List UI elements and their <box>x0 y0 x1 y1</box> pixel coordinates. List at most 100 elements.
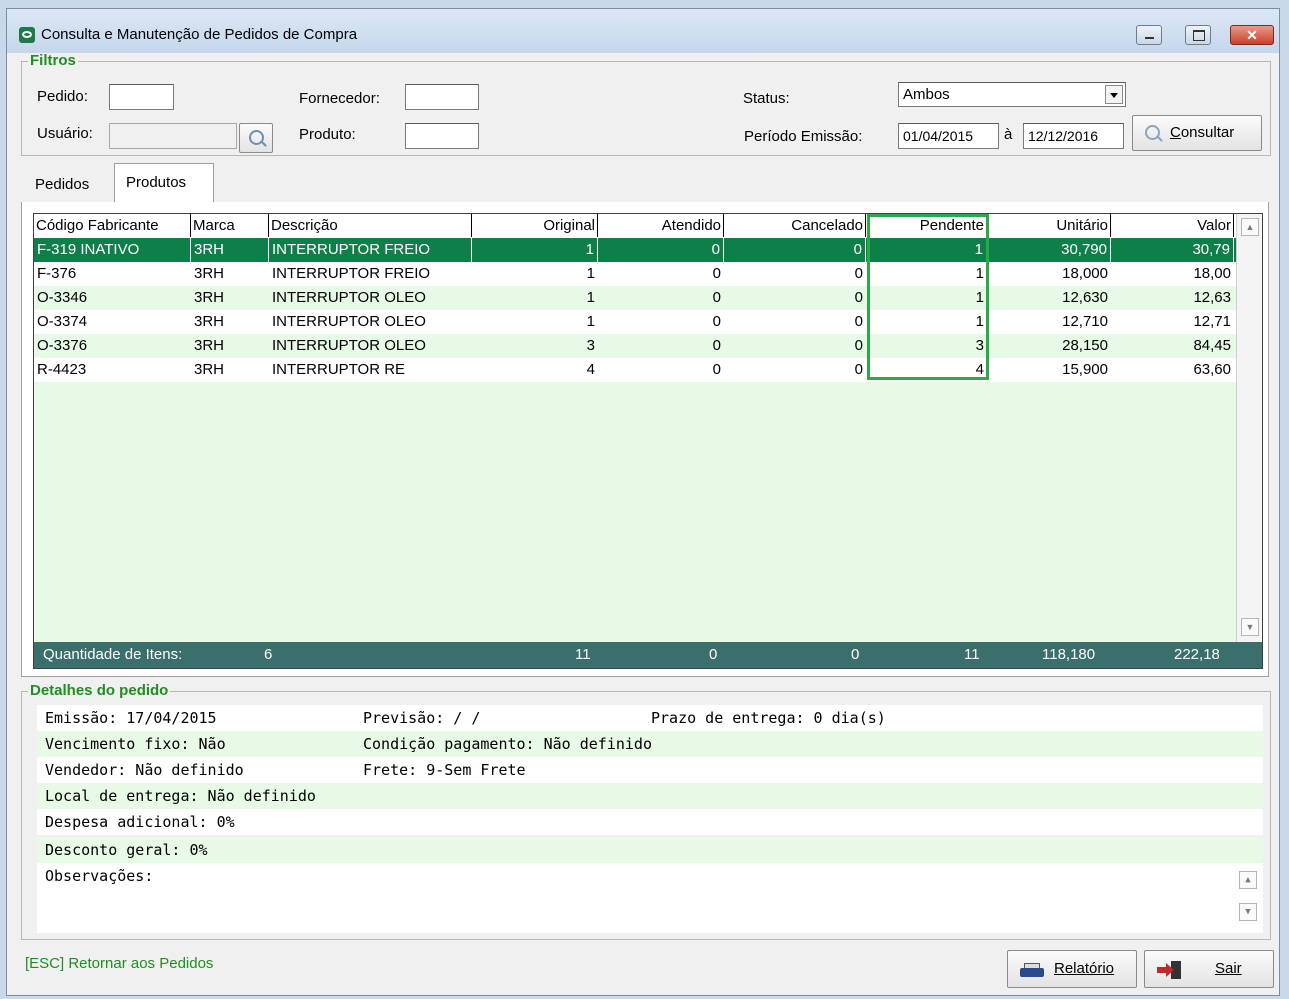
cell-original: 1 <box>586 313 595 330</box>
pedido-input[interactable] <box>109 84 174 110</box>
cell-valor: 63,60 <box>1193 361 1231 378</box>
filters-group-title: Filtros <box>28 52 78 69</box>
scroll-down-icon[interactable]: ▼ <box>1241 618 1259 636</box>
app-icon <box>19 27 35 43</box>
cell-unitario: 15,900 <box>1062 361 1108 378</box>
footer-label: Quantidade de Itens: <box>43 646 183 663</box>
periodo-from-input[interactable]: 01/04/2015 <box>898 123 999 149</box>
cell-atendido: 0 <box>712 337 721 354</box>
relatorio-button[interactable]: Relatório <box>1007 950 1137 988</box>
cell-descricao: INTERRUPTOR OLEO <box>272 313 426 330</box>
table-row[interactable]: O-3376 3RH INTERRUPTOR OLEO 3 0 0 3 28,150 84,45 <box>34 334 1236 358</box>
cell-descricao: INTERRUPTOR OLEO <box>272 337 426 354</box>
exit-door-icon <box>1157 961 1183 979</box>
col-header-atendido[interactable]: Atendido <box>598 214 724 237</box>
grid-footer: Quantidade de Itens: 6 11 0 0 11 118,180… <box>34 642 1262 668</box>
details-row-7: Observações: ▲ ▼ <box>37 863 1263 933</box>
vencimento-text: Vencimento fixo: Não <box>45 735 226 753</box>
vendedor-text: Vendedor: Não definido <box>45 761 244 779</box>
cell-pendente: 3 <box>975 337 984 354</box>
grid-scrollbar[interactable]: ▲ ▼ <box>1236 214 1262 642</box>
cell-pendente: 1 <box>975 265 984 282</box>
tab-produtos-label: Produtos <box>126 174 187 191</box>
periodo-separator: à <box>1004 126 1013 143</box>
minimize-button[interactable] <box>1136 25 1162 45</box>
col-header-codigo[interactable]: Código Fabricante <box>34 214 191 237</box>
cell-unitario: 28,150 <box>1062 337 1108 354</box>
tab-produtos[interactable]: Produtos <box>114 163 214 203</box>
tab-pedidos[interactable]: Pedidos <box>35 176 89 193</box>
status-value: Ambos <box>903 86 950 103</box>
tab-pedidos-label: Pedidos <box>35 176 90 193</box>
cell-pendente: 1 <box>975 289 984 306</box>
col-header-original[interactable]: Original <box>472 214 598 237</box>
col-header-descricao[interactable]: Descrição <box>269 214 472 237</box>
frete-text: Frete: 9-Sem Frete <box>363 761 526 779</box>
scroll-up-icon[interactable]: ▲ <box>1241 218 1259 236</box>
cell-descricao: INTERRUPTOR OLEO <box>272 289 426 306</box>
cell-original: 1 <box>586 265 595 282</box>
cell-descricao: INTERRUPTOR FREIO <box>269 238 472 262</box>
col-header-pendente[interactable]: Pendente <box>866 214 987 237</box>
col-header-marca[interactable]: Marca <box>191 214 269 237</box>
details-row-2: Vencimento fixo: Não Condição pagamento:… <box>37 731 1263 757</box>
products-grid[interactable]: Código Fabricante Marca Descrição Origin… <box>33 213 1263 669</box>
cell-marca: 3RH <box>194 361 225 378</box>
cell-codigo: O-3374 <box>37 313 88 330</box>
cell-original: 4 <box>586 361 595 378</box>
obs-scroll-up-icon[interactable]: ▲ <box>1239 871 1257 889</box>
usuario-search-button[interactable] <box>239 123 273 153</box>
fornecedor-input[interactable] <box>405 84 479 110</box>
pedido-label: Pedido: <box>37 88 88 105</box>
footer-pendente: 11 <box>964 646 980 663</box>
sair-button[interactable]: Sair <box>1144 950 1274 988</box>
despesa-text: Despesa adicional: 0% <box>45 813 235 831</box>
table-row[interactable]: F-376 3RH INTERRUPTOR FREIO 1 0 0 1 18,000 18,00 <box>34 262 1236 286</box>
close-icon: ✕ <box>1246 27 1258 43</box>
table-row[interactable]: R-4423 3RH INTERRUPTOR RE 4 0 0 4 15,900 63,60 <box>34 358 1236 382</box>
cell-codigo: F-319 INATIVO <box>34 238 191 262</box>
prazo-text: Prazo de entrega: 0 dia(s) <box>651 709 886 727</box>
usuario-label: Usuário: <box>37 125 93 142</box>
cell-marca: 3RH <box>194 289 225 306</box>
produto-input[interactable] <box>405 123 479 149</box>
produto-label: Produto: <box>299 126 356 143</box>
cell-original: 1 <box>472 238 598 262</box>
observacoes-label: Observações: <box>45 867 154 885</box>
cell-atendido: 0 <box>712 289 721 306</box>
cell-marca: 3RH <box>194 337 225 354</box>
periodo-to-input[interactable]: 12/12/2016 <box>1023 123 1124 149</box>
chevron-down-icon[interactable] <box>1105 85 1123 104</box>
table-row[interactable]: O-3374 3RH INTERRUPTOR OLEO 1 0 0 1 12,710 12,71 <box>34 310 1236 334</box>
periodo-label: Período Emissão: <box>744 128 863 145</box>
status-select[interactable]: Ambos <box>898 82 1126 107</box>
obs-scroll-down-icon[interactable]: ▼ <box>1239 903 1257 921</box>
cell-cancelado: 0 <box>854 265 863 282</box>
close-button[interactable]: ✕ <box>1230 25 1274 45</box>
footer-original: 11 <box>575 646 591 663</box>
window-title: Consulta e Manutenção de Pedidos de Comp… <box>41 26 358 43</box>
cell-valor: 84,45 <box>1193 337 1231 354</box>
cell-valor: 12,63 <box>1193 289 1231 306</box>
table-row[interactable]: O-3346 3RH INTERRUPTOR OLEO 1 0 0 1 12,630 12,63 <box>34 286 1236 310</box>
cell-pendente: 1 <box>866 238 987 262</box>
col-header-valor[interactable]: Valor <box>1111 214 1234 237</box>
esc-hint: [ESC] Retornar aos Pedidos <box>25 955 214 972</box>
cell-codigo: F-376 <box>37 265 77 282</box>
consultar-button[interactable]: Consultar <box>1132 115 1262 151</box>
col-header-unitario[interactable]: Unitário <box>987 214 1111 237</box>
cell-codigo: O-3376 <box>37 337 88 354</box>
maximize-button[interactable] <box>1185 25 1211 45</box>
col-header-cancelado[interactable]: Cancelado <box>724 214 866 237</box>
status-label: Status: <box>743 90 790 107</box>
cell-cancelado: 0 <box>854 313 863 330</box>
table-row[interactable]: F-319 INATIVO 3RH INTERRUPTOR FREIO 1 0 0 1 30,… <box>34 238 1236 262</box>
cell-unitario: 30,790 <box>987 238 1111 262</box>
cell-codigo: O-3346 <box>37 289 88 306</box>
cell-descricao: INTERRUPTOR FREIO <box>272 265 431 282</box>
cell-atendido: 0 <box>712 361 721 378</box>
cell-unitario: 18,000 <box>1062 265 1108 282</box>
grid-header: Código Fabricante Marca Descrição Origin… <box>34 214 1236 239</box>
cell-original: 3 <box>586 337 595 354</box>
usuario-input[interactable] <box>109 123 237 149</box>
